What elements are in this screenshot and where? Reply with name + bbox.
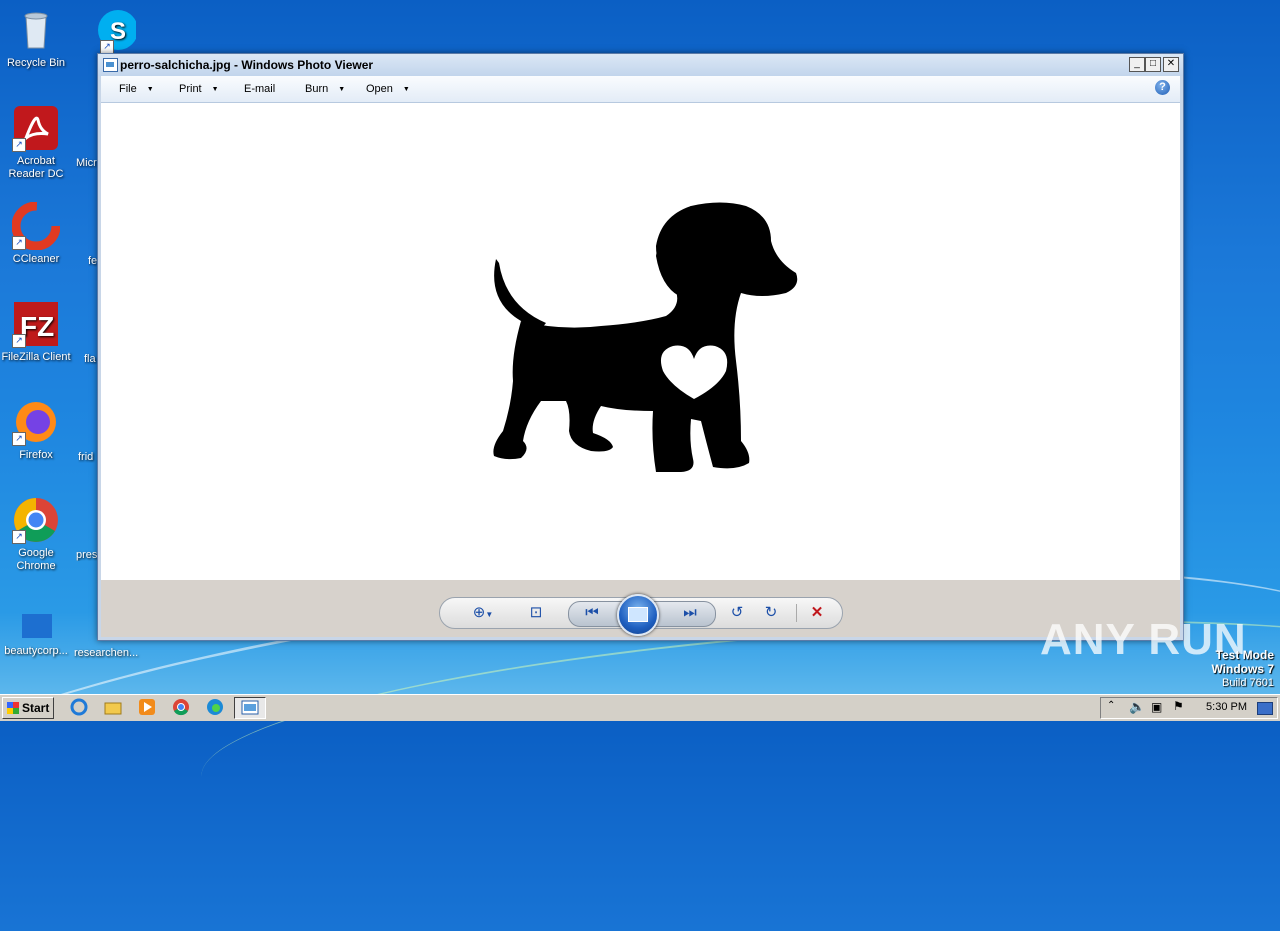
delete-icon[interactable]: ✕ (806, 603, 828, 623)
chevron-down-icon: ▼ (338, 86, 346, 93)
window-title: perro-salchicha.jpg - Windows Photo View… (120, 58, 374, 72)
rotate-left-icon[interactable]: ↺ (726, 603, 748, 623)
rotate-right-icon[interactable]: ↻ (760, 603, 782, 623)
photo-viewer-icon (103, 58, 118, 72)
shortcut-arrow-icon: ↗ (12, 432, 26, 446)
menu-email[interactable]: E-mail (244, 83, 275, 95)
desktop-icon-label: Firefox (19, 449, 53, 461)
show-hidden-icons-icon[interactable]: ⌃ (1107, 700, 1115, 711)
chevron-down-icon: ▼ (146, 86, 154, 93)
slideshow-button[interactable] (617, 594, 659, 636)
desktop-icon-label[interactable]: researchen... (74, 647, 154, 660)
firefox-icon: ↗ (12, 398, 60, 446)
shortcut-arrow-icon: ↗ (12, 334, 26, 348)
chevron-down-icon: ▼ (211, 86, 219, 93)
volume-icon[interactable]: 🔈 (1129, 699, 1145, 715)
desktop-icon-label: Google Chrome (16, 547, 56, 572)
desktop-icon-label: Recycle Bin (6, 57, 66, 69)
desktop-icon-firefox[interactable]: ↗ Firefox (0, 398, 74, 462)
action-center-icon[interactable]: ⚑ (1173, 699, 1184, 713)
title-bar[interactable]: perro-salchicha.jpg - Windows Photo View… (98, 54, 1183, 76)
clock[interactable]: 5:30 PM (1206, 701, 1247, 713)
help-icon[interactable]: ? (1155, 80, 1170, 95)
image-canvas[interactable] (101, 103, 1180, 580)
test-mode-label: Test Mode Windows 7 Build 7601 (1211, 648, 1274, 689)
chrome-icon[interactable] (172, 698, 190, 716)
ie-icon[interactable] (70, 698, 88, 716)
edge-icon[interactable] (206, 698, 224, 716)
divider (796, 604, 797, 622)
photo-viewer-taskbar-button[interactable] (234, 697, 266, 719)
network-icon[interactable]: ▣ (1151, 700, 1162, 714)
desktop-icon-label: CCleaner (12, 253, 60, 265)
desktop-icon-recycle-bin[interactable]: Recycle Bin (0, 6, 74, 70)
zoom-icon[interactable]: ⊕▼ (468, 603, 498, 623)
desktop-icon-label: FileZilla Client (1, 351, 71, 363)
photo-viewer-icon (241, 700, 259, 715)
menu-burn[interactable]: Burn ▼ (305, 83, 345, 95)
shortcut-arrow-icon: ↗ (12, 236, 26, 250)
system-tray: ⌃ 🔈 ▣ ⚑ 5:30 PM (1100, 697, 1278, 719)
menu-print[interactable]: Print ▼ (179, 83, 219, 95)
desktop-icon-label: beautycorp... (4, 645, 68, 657)
previous-icon[interactable]: ⏮ (581, 603, 603, 623)
shortcut-arrow-icon: ↗ (100, 40, 114, 54)
shortcut-arrow-icon: ↗ (12, 138, 26, 152)
minimize-button[interactable]: _ (1129, 57, 1145, 72)
recycle-bin-icon (12, 6, 60, 54)
next-icon[interactable]: ⏭ (679, 603, 701, 623)
desktop-icon-acrobat[interactable]: ↗ Acrobat Reader DC (0, 104, 74, 181)
desktop-icon-filezilla[interactable]: FZ ↗ FileZilla Client (0, 300, 74, 364)
windows-logo-icon (7, 702, 19, 714)
desktop-icon-beautycorp[interactable]: beautycorp... (0, 594, 74, 658)
controls-pill: ⊕▼ ⊡ ⏮ ⏭ ↺ ↻ ✕ (439, 594, 843, 636)
media-player-icon[interactable] (138, 698, 156, 716)
desktop-icon-ccleaner[interactable]: ↗ CCleaner (0, 201, 74, 266)
shortcut-arrow-icon: ↗ (12, 530, 26, 544)
chrome-icon: ↗ (12, 496, 60, 544)
close-button[interactable]: ✕ (1163, 57, 1179, 72)
chevron-down-icon: ▼ (402, 86, 410, 93)
explorer-icon[interactable] (104, 698, 122, 716)
start-button[interactable]: Start (2, 697, 54, 719)
dachshund-silhouette-image (493, 202, 798, 472)
desktop-icon-label: Acrobat Reader DC (8, 155, 64, 180)
desktop-icon-chrome[interactable]: ↗ Google Chrome (0, 496, 74, 573)
actual-size-icon[interactable]: ⊡ (524, 603, 548, 623)
show-desktop-icon[interactable] (1257, 702, 1273, 715)
taskbar: Start ⌃ 🔈 ▣ ⚑ 5:30 PM (0, 694, 1280, 721)
acrobat-icon: ↗ (12, 104, 60, 152)
ccleaner-icon: ↗ (11, 201, 61, 251)
menu-file[interactable]: File ▼ (119, 83, 154, 95)
viewer-toolbar: ⊕▼ ⊡ ⏮ ⏭ ↺ ↻ ✕ (101, 580, 1180, 637)
photo-viewer-window: perro-salchicha.jpg - Windows Photo View… (97, 53, 1184, 641)
menu-bar: File ▼ Print ▼ E-mail Burn ▼ Open ▼ ? (101, 76, 1180, 103)
desktop-icon-skype[interactable]: S ↗ (74, 6, 150, 57)
menu-open[interactable]: Open ▼ (366, 83, 410, 95)
filezilla-icon: FZ ↗ (12, 300, 60, 348)
blank-file-icon (12, 594, 60, 642)
skype-icon: S ↗ (88, 6, 138, 54)
maximize-button[interactable]: □ (1145, 57, 1161, 72)
